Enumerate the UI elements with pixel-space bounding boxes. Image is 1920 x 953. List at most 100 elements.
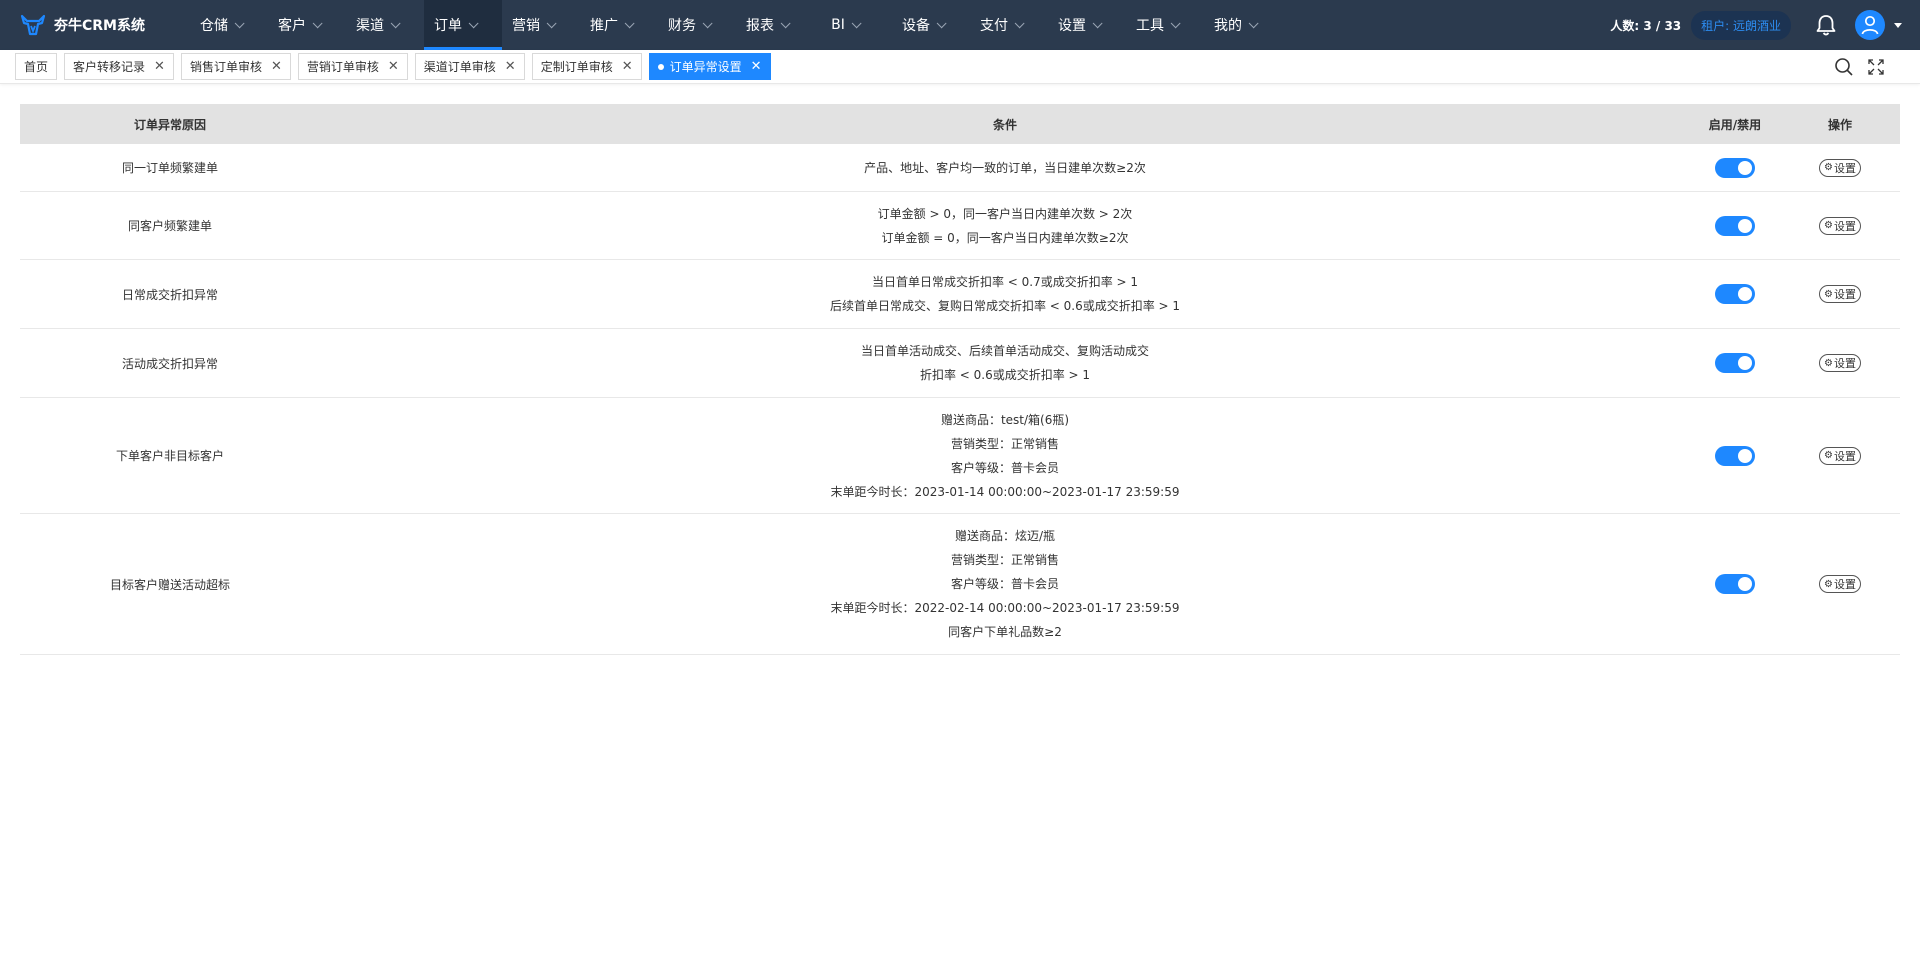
cell-action: ⚙ 设置 — [1780, 158, 1900, 177]
tab-0[interactable]: 首页 — [15, 53, 58, 80]
nav-item-11[interactable]: 设置 — [1048, 0, 1126, 50]
nav-item-label: 渠道 — [356, 18, 384, 34]
settings-button[interactable]: ⚙ 设置 — [1819, 285, 1861, 303]
toggle-knob — [1738, 218, 1752, 233]
chevron-down-icon — [851, 17, 862, 28]
chevron-down-icon — [1092, 17, 1103, 28]
nav-item-7[interactable]: 报表 — [736, 0, 814, 50]
app-logo[interactable]: 夯牛CRM系统 — [0, 12, 190, 38]
nav-item-label: 仓储 — [200, 18, 228, 34]
chevron-down-icon — [312, 17, 323, 28]
table-row: 同客户频繁建单 订单金额 > 0，同一客户当日内建单次数 > 2次 订单金额 = 0… — [20, 192, 1900, 260]
tab-3[interactable]: 营销订单审核 ✕ — [297, 53, 408, 80]
cell-reason: 目标客户赠送活动超标 — [109, 577, 230, 592]
settings-button[interactable]: ⚙ 设置 — [1819, 158, 1861, 177]
table-row: 同一订单频繁建单 产品、地址、客户均一致的订单，当日建单次数≥2次 ⚙ 设置 — [20, 144, 1900, 192]
enable-toggle[interactable] — [1715, 284, 1755, 304]
tab-1[interactable]: 客户转移记录 ✕ — [64, 53, 174, 80]
tenant-badge[interactable]: 租户: 远朗酒业 — [1691, 10, 1791, 40]
caret-down-icon[interactable] — [1894, 22, 1902, 28]
nav-item-3[interactable]: 订单 — [424, 0, 502, 50]
gear-icon: ⚙ — [1824, 162, 1833, 173]
cell-enabled — [1690, 445, 1780, 466]
condition-line: 同客户下单礼品数≥2 — [948, 625, 1062, 639]
nav-item-0[interactable]: 仓储 — [190, 0, 268, 50]
cell-enabled — [1690, 215, 1780, 236]
condition-line: 末单距今时长：2022-02-14 00:00:00~2023-01-17 23… — [830, 601, 1180, 615]
top-navigation-bar: 夯牛CRM系统 仓储 客户 渠道 订单 营销 推广 财务 报表 BI 设备 支付 设置 工具 我的 人数:… — [0, 0, 1920, 50]
enable-toggle[interactable] — [1715, 215, 1755, 236]
condition-line: 末单距今时长：2023-01-14 00:00:00~2023-01-17 23… — [830, 484, 1180, 499]
cell-enabled — [1690, 574, 1780, 594]
close-icon[interactable]: ✕ — [622, 60, 633, 73]
user-avatar[interactable] — [1855, 10, 1885, 40]
gear-icon: ⚙ — [1824, 578, 1833, 590]
nav-item-label: 我的 — [1214, 18, 1242, 34]
cell-conditions: 当日首单活动成交、后续首单活动成交、复购活动成交 折扣率 < 0.6或成交折扣率 … — [320, 339, 1690, 387]
cell-reason: 同客户频繁建单 — [127, 219, 212, 233]
close-icon[interactable]: ✕ — [751, 60, 762, 73]
settings-button[interactable]: ⚙ 设置 — [1819, 216, 1861, 235]
open-tabs-bar: 首页 客户转移记录 ✕ 销售订单审核 ✕ 营销订单审核 ✕ 渠道订单审核 ✕ 定制订单审核 ✕ 订单异… — [0, 50, 1920, 84]
toggle-knob — [1738, 448, 1752, 463]
chevron-down-icon — [1248, 17, 1259, 28]
chevron-down-icon — [546, 17, 557, 28]
nav-item-6[interactable]: 财务 — [658, 0, 736, 50]
chevron-down-icon — [390, 17, 401, 28]
condition-line: 后续首单日常成交、复购日常成交折扣率 < 0.6或成交折扣率 > 1 — [829, 299, 1181, 313]
nav-item-label: 推广 — [590, 18, 618, 34]
fullscreen-icon[interactable] — [1868, 59, 1884, 79]
toggle-knob — [1738, 160, 1752, 175]
table-row: 活动成交折扣异常 当日首单活动成交、后续首单活动成交、复购活动成交 折扣率 < 0.… — [20, 329, 1900, 398]
tab-6[interactable]: 订单异常设置 ✕ — [648, 53, 771, 80]
chevron-down-icon — [624, 17, 635, 28]
enable-toggle[interactable] — [1715, 157, 1755, 178]
condition-line: 客户等级：普卡会员 — [950, 577, 1059, 591]
nav-item-label: 设备 — [902, 18, 930, 34]
header-right: 人数: 3 / 33 租户: 远朗酒业 — [1610, 0, 1920, 50]
nav-item-4[interactable]: 营销 — [502, 0, 580, 50]
condition-line: 客户等级：普卡会员 — [950, 460, 1059, 475]
close-icon[interactable]: ✕ — [154, 60, 165, 73]
header-enabled: 启用/禁用 — [1708, 117, 1762, 132]
condition-line: 当日首单日常成交折扣率 < 0.7或成交折扣率 > 1 — [871, 275, 1139, 289]
bell-icon[interactable] — [1815, 13, 1837, 37]
enable-toggle[interactable] — [1715, 574, 1755, 594]
settings-label: 设置 — [1833, 219, 1856, 233]
nav-item-12[interactable]: 工具 — [1126, 0, 1204, 50]
bull-logo-icon — [20, 12, 46, 38]
tab-label: 定制订单审核 — [540, 60, 613, 74]
nav-item-label: 营销 — [512, 18, 540, 34]
main-menu: 仓储 客户 渠道 订单 营销 推广 财务 报表 BI 设备 支付 设置 工具 我的 — [190, 0, 1282, 50]
nav-item-9[interactable]: 设备 — [892, 0, 970, 50]
gear-icon: ⚙ — [1824, 357, 1833, 369]
close-icon[interactable]: ✕ — [271, 60, 282, 73]
app-title: 夯牛CRM系统 — [54, 18, 145, 34]
nav-item-13[interactable]: 我的 — [1204, 0, 1282, 50]
search-icon[interactable] — [1834, 57, 1854, 81]
close-icon[interactable]: ✕ — [388, 60, 399, 73]
nav-item-10[interactable]: 支付 — [970, 0, 1048, 50]
nav-item-5[interactable]: 推广 — [580, 0, 658, 50]
header-reason: 订单异常原因 — [133, 117, 206, 132]
settings-label: 设置 — [1833, 578, 1856, 591]
tab-list: 首页 客户转移记录 ✕ 销售订单审核 ✕ 营销订单审核 ✕ 渠道订单审核 ✕ 定制订单审核 ✕ 订单异… — [15, 53, 778, 80]
tab-4[interactable]: 渠道订单审核 ✕ — [414, 53, 525, 80]
settings-button[interactable]: ⚙ 设置 — [1819, 354, 1861, 372]
settings-label: 设置 — [1833, 161, 1856, 175]
tab-2[interactable]: 销售订单审核 ✕ — [180, 53, 291, 80]
settings-button[interactable]: ⚙ 设置 — [1819, 575, 1861, 593]
enable-toggle[interactable] — [1715, 353, 1755, 373]
toggle-knob — [1738, 287, 1752, 301]
enable-toggle[interactable] — [1715, 445, 1755, 466]
tab-5[interactable]: 定制订单审核 ✕ — [531, 53, 642, 80]
tab-label: 渠道订单审核 — [423, 60, 496, 74]
nav-item-1[interactable]: 客户 — [268, 0, 346, 50]
settings-button[interactable]: ⚙ 设置 — [1819, 446, 1861, 465]
nav-item-2[interactable]: 渠道 — [346, 0, 424, 50]
tab-label: 销售订单审核 — [189, 60, 262, 74]
cell-action: ⚙ 设置 — [1780, 216, 1900, 235]
close-icon[interactable]: ✕ — [505, 60, 516, 73]
nav-item-label: 客户 — [278, 18, 306, 34]
nav-item-8[interactable]: BI — [814, 0, 892, 50]
